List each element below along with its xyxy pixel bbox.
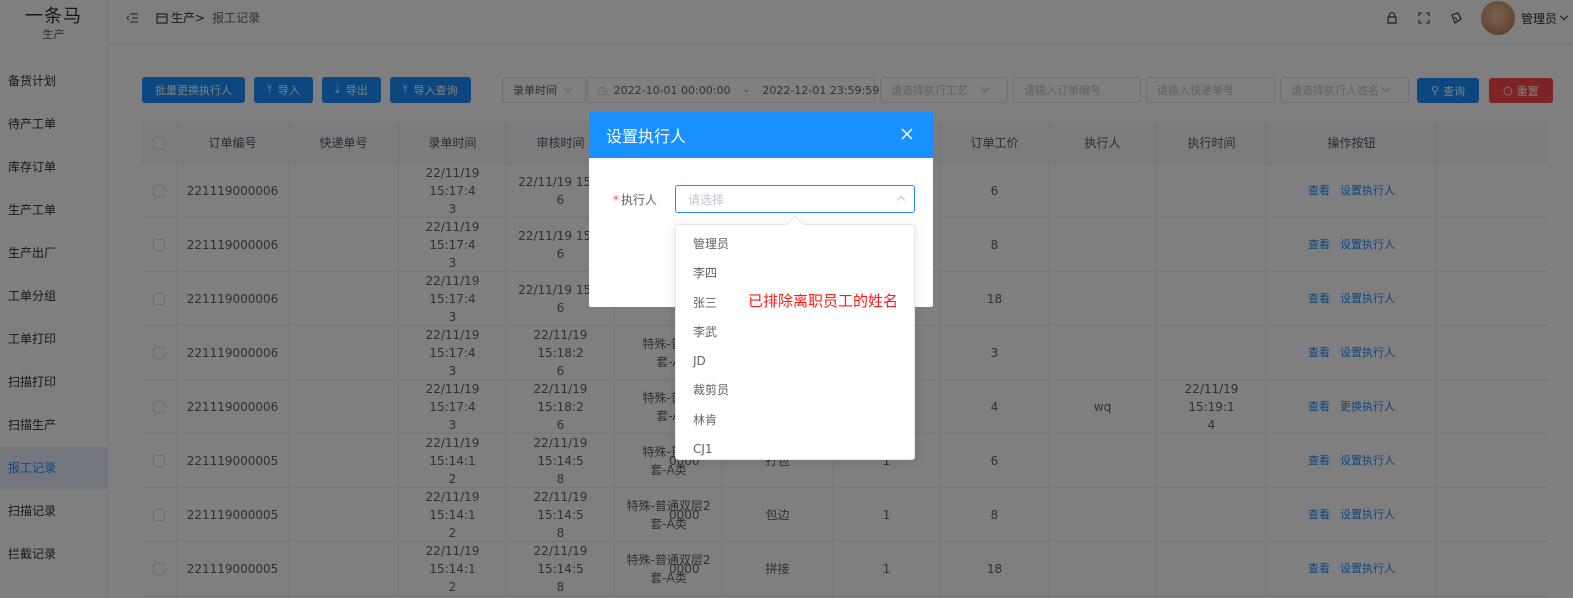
close-icon[interactable]: [899, 126, 915, 142]
executor-form-row: * 执行人 请选择: [613, 185, 915, 213]
executor-select-placeholder: 请选择: [688, 192, 725, 207]
chevron-up-icon: [896, 195, 906, 205]
executor-label: * 执行人: [613, 191, 675, 208]
executor-option[interactable]: 李武: [676, 318, 914, 347]
dialog-header: 设置执行人: [589, 112, 933, 158]
executor-dropdown: 管理员 李四 张三 李武 JD 裁剪员 林肯 CJ1: [675, 224, 915, 460]
executor-label-text: 执行人: [621, 192, 658, 207]
executor-option[interactable]: 林肯: [676, 406, 914, 435]
executor-option[interactable]: 李四: [676, 259, 914, 288]
executor-option[interactable]: CJ1: [676, 435, 914, 459]
executor-option[interactable]: 裁剪员: [676, 376, 914, 405]
executor-option[interactable]: 管理员: [676, 230, 914, 259]
executor-select-box[interactable]: 请选择: [675, 185, 915, 213]
required-mark: *: [613, 192, 619, 207]
annotation-note: 已排除离职员工的姓名: [748, 292, 899, 310]
executor-option[interactable]: JD: [676, 347, 914, 376]
dialog-title: 设置执行人: [606, 127, 687, 146]
